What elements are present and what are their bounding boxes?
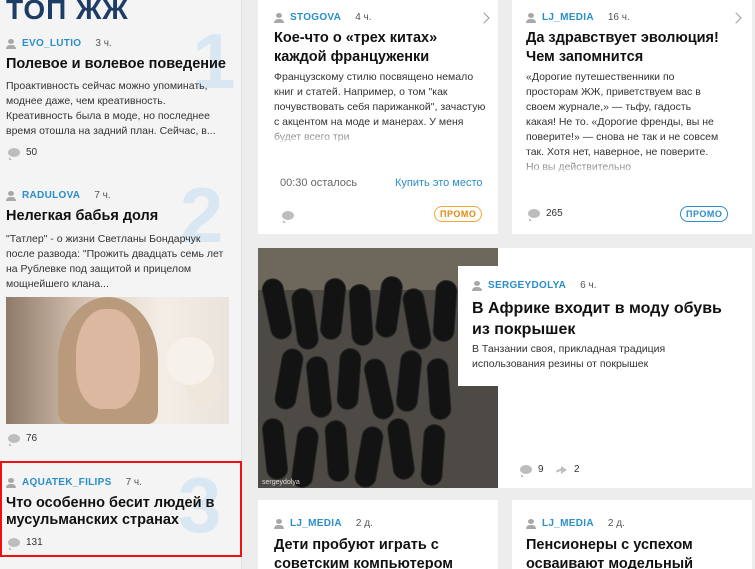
comment-count[interactable]: 76 — [8, 433, 38, 446]
post-time: 7 ч. — [94, 190, 111, 201]
post-meta: RADULOVA 7 ч. — [6, 190, 111, 201]
author-link[interactable]: SERGEYDOLYA — [488, 280, 566, 291]
post-excerpt: "Татлер" - о жизни Светланы Бондарчук по… — [6, 233, 224, 290]
author-link[interactable]: LJ_MEDIA — [542, 12, 594, 23]
author-link[interactable]: LJ_MEDIA — [542, 518, 594, 529]
promo-badge: ПРОМО — [434, 206, 483, 222]
user-icon — [6, 38, 16, 49]
photo-detail — [304, 355, 334, 419]
post-time: 16 ч. — [607, 12, 630, 23]
author-link[interactable]: LJ_MEDIA — [290, 518, 342, 529]
photo-detail — [260, 417, 290, 481]
photo-detail — [419, 423, 447, 487]
photo-detail — [272, 346, 306, 412]
author-link[interactable]: RADULOVA — [22, 190, 80, 201]
promo-timer: 00:30 осталось — [280, 177, 358, 189]
post-time: 2 д. — [355, 518, 373, 529]
post-card[interactable]: LJ_MEDIA 2 д. Дети пробуют играть с сове… — [258, 500, 498, 569]
photo-detail — [352, 424, 386, 488]
post-title-link[interactable]: Полевое и волевое поведение — [6, 56, 236, 73]
comment-icon — [8, 148, 20, 160]
text-fade — [512, 158, 752, 176]
user-icon — [6, 190, 16, 201]
post-time: 6 ч. — [580, 280, 597, 291]
post-time: 2 д. — [607, 518, 625, 529]
post-title-link[interactable]: Пенсионеры с успехом осваивают модельный — [526, 536, 740, 569]
author-link[interactable]: EVO_LUTIO — [22, 38, 81, 49]
photo-detail — [347, 283, 375, 347]
author-link[interactable]: STOGOVA — [290, 12, 341, 23]
user-icon — [274, 518, 284, 529]
photo-detail — [323, 419, 351, 483]
promo-card[interactable]: STOGOVA 4 ч. Кое-что о «трех китах» кажд… — [258, 0, 498, 234]
post-title-link[interactable]: Дети пробуют играть с советским компьюте… — [274, 536, 488, 569]
photo-detail — [385, 416, 417, 482]
user-icon — [274, 12, 284, 23]
post-meta: EVO_LUTIO 3 ч. — [6, 38, 112, 49]
photo-detail — [289, 286, 321, 352]
post-title-link[interactable]: В Африке входит в моду обувь из покрышек — [472, 298, 742, 340]
top-lj-title: ТОП ЖЖ — [6, 0, 129, 25]
comment-icon[interactable] — [282, 211, 294, 223]
comment-count-value: 9 — [538, 464, 544, 475]
post-title-link[interactable]: Нелегкая бабья доля — [6, 208, 236, 225]
photo-detail — [361, 356, 397, 422]
user-icon — [526, 12, 536, 23]
comment-icon — [520, 465, 532, 477]
comment-icon — [8, 434, 20, 446]
post-meta: STOGOVA 4 ч. — [274, 12, 372, 23]
buy-slot-link[interactable]: Купить это место — [395, 176, 483, 191]
comment-count-value: 50 — [26, 147, 38, 158]
comment-count-value: 265 — [546, 208, 563, 219]
post-excerpt: В Танзании своя, прикладная традиция исп… — [472, 343, 666, 370]
featured-post-text-panel[interactable]: SERGEYDOLYA 6 ч. В Африке входит в моду … — [458, 266, 752, 386]
post-time: 3 ч. — [95, 38, 112, 49]
photo-detail — [425, 357, 453, 421]
post-excerpt: Проактивность сейчас можно упоминать, мо… — [6, 80, 216, 137]
photo-detail — [400, 286, 434, 352]
photo-detail — [394, 349, 424, 413]
share-count-value: 2 — [574, 464, 580, 475]
user-icon — [472, 280, 482, 291]
post-title-link[interactable]: Кое-что о «трех китах» каждой француженк… — [274, 29, 488, 67]
photo-detail — [431, 279, 459, 343]
chevron-right-icon[interactable] — [730, 12, 742, 24]
photo-detail — [166, 337, 214, 385]
comment-count[interactable]: 9 — [520, 464, 544, 477]
share-icon — [556, 465, 568, 474]
post-time: 4 ч. — [355, 12, 372, 23]
comment-icon — [528, 209, 540, 221]
photo-credit: sergeydolya — [262, 479, 300, 486]
post-meta: LJ_MEDIA 2 д. — [526, 518, 625, 529]
post-card[interactable]: LJ_MEDIA 2 д. Пенсионеры с успехом осваи… — [512, 500, 752, 569]
comment-count-value: 76 — [26, 433, 38, 444]
promo-badge: ПРОМО — [680, 206, 729, 222]
highlight-box — [0, 461, 242, 557]
top-lj-column: ТОП ЖЖ 1 EVO_LUTIO 3 ч. Полевое и волево… — [0, 0, 242, 569]
post-photo[interactable] — [6, 297, 229, 424]
photo-detail — [335, 347, 363, 411]
post-meta: SERGEYDOLYA 6 ч. — [472, 280, 596, 291]
comment-count[interactable]: 50 — [8, 147, 38, 160]
post-meta: LJ_MEDIA 16 ч. — [526, 12, 630, 23]
post-title-link[interactable]: Да здравствует эволюция! Чем запомнится — [526, 29, 740, 67]
post-meta: LJ_MEDIA 2 д. — [274, 518, 373, 529]
promo-card[interactable]: LJ_MEDIA 16 ч. Да здравствует эволюция! … — [512, 0, 752, 234]
share-count[interactable]: 2 — [556, 464, 580, 475]
text-fade — [258, 128, 498, 146]
photo-detail — [76, 309, 140, 409]
comment-count[interactable]: 265 — [528, 208, 563, 221]
chevron-right-icon[interactable] — [478, 12, 490, 24]
user-icon — [526, 518, 536, 529]
